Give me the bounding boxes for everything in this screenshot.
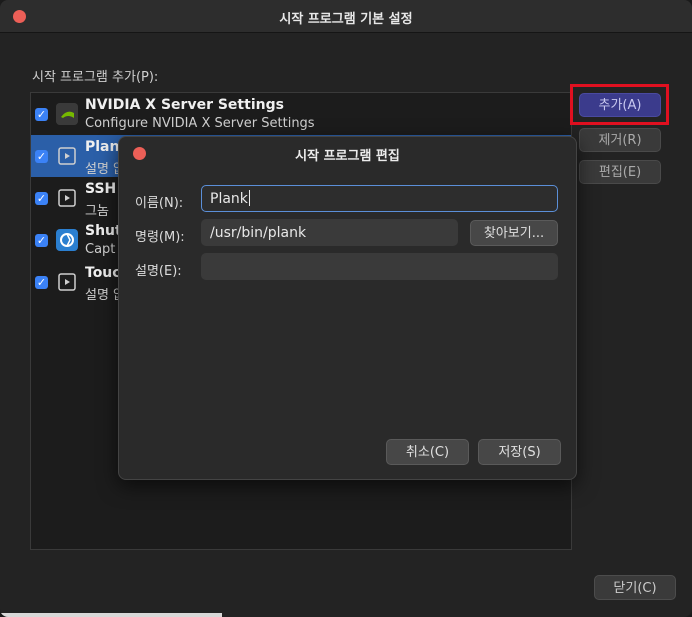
- edit-button[interactable]: 편집(E): [579, 160, 661, 184]
- background-strip: [0, 613, 222, 617]
- add-button-highlight: [570, 84, 669, 125]
- program-description: Capt: [85, 242, 116, 257]
- nvidia-icon: [56, 103, 78, 125]
- app-generic-icon: [56, 145, 78, 167]
- enabled-checkbox[interactable]: ✓: [35, 192, 48, 205]
- program-description: Configure NVIDIA X Server Settings: [85, 116, 315, 131]
- program-title: NVIDIA X Server Settings: [85, 97, 284, 113]
- list-item[interactable]: ✓ NVIDIA X Server Settings Configure NVI…: [31, 93, 571, 135]
- save-button[interactable]: 저장(S): [478, 439, 561, 465]
- cancel-button[interactable]: 취소(C): [386, 439, 469, 465]
- name-label: 이름(N):: [135, 196, 184, 211]
- program-description: 그놈: [85, 204, 109, 219]
- browse-button[interactable]: 찾아보기...: [470, 220, 558, 246]
- startup-list-label: 시작 프로그램 추가(P):: [32, 70, 159, 85]
- enabled-checkbox[interactable]: ✓: [35, 276, 48, 289]
- window-title: 시작 프로그램 기본 설정: [279, 12, 413, 27]
- close-button[interactable]: 닫기(C): [594, 575, 676, 600]
- command-label: 명령(M):: [135, 230, 185, 245]
- program-title: Shut: [85, 223, 122, 239]
- shutter-icon: [56, 229, 78, 251]
- comment-label: 설명(E):: [135, 264, 182, 279]
- name-input[interactable]: Plank: [201, 185, 558, 212]
- enabled-checkbox[interactable]: ✓: [35, 150, 48, 163]
- command-value: /usr/bin/plank: [210, 225, 307, 241]
- app-generic-icon: [56, 271, 78, 293]
- command-input[interactable]: /usr/bin/plank: [201, 219, 458, 246]
- dialog-title: 시작 프로그램 편집: [295, 149, 400, 164]
- comment-input[interactable]: [201, 253, 558, 280]
- program-title: SSH: [85, 181, 117, 197]
- text-caret: [248, 190, 250, 206]
- app-generic-icon: [56, 187, 78, 209]
- enabled-checkbox[interactable]: ✓: [35, 108, 48, 121]
- window-titlebar: 시작 프로그램 기본 설정: [0, 0, 692, 33]
- name-value: Plank: [210, 191, 248, 207]
- program-title: Touc: [85, 265, 121, 281]
- program-title: Plan: [85, 139, 120, 155]
- remove-button[interactable]: 제거(R): [579, 128, 661, 152]
- edit-startup-dialog: 시작 프로그램 편집 이름(N): Plank 명령(M): /usr/bin/…: [118, 136, 577, 480]
- enabled-checkbox[interactable]: ✓: [35, 234, 48, 247]
- startup-preferences-window: 시작 프로그램 기본 설정 시작 프로그램 추가(P): ✓ NVIDIA X …: [0, 0, 692, 617]
